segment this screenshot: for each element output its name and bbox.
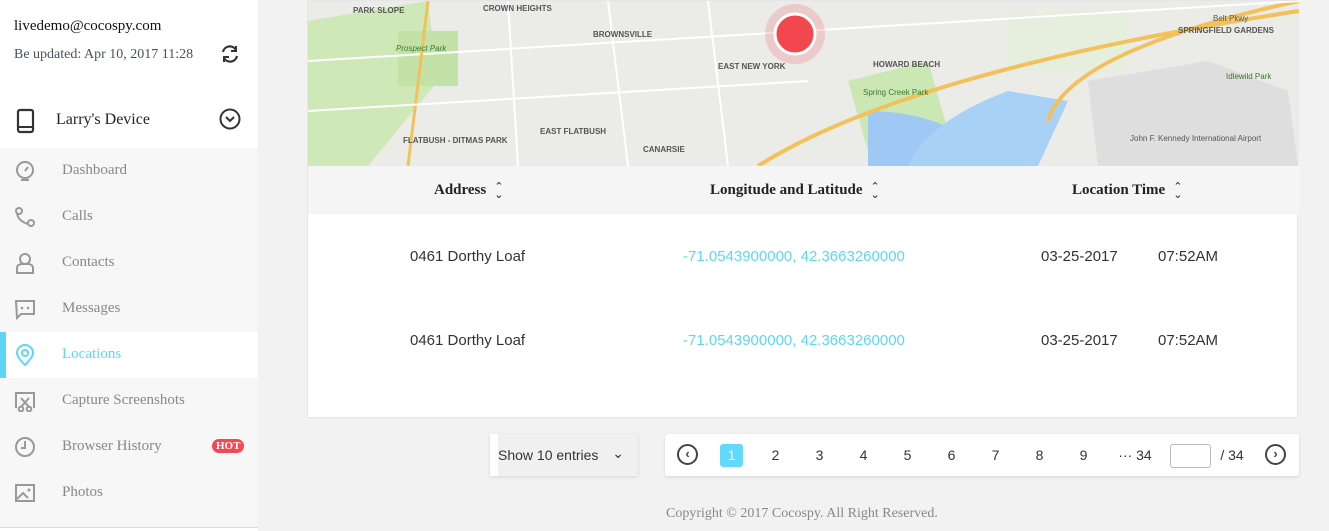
last-page[interactable]: ··· 34 (1115, 444, 1155, 467)
device-selector[interactable]: Larry's Device (0, 100, 258, 140)
svg-text:Spring Creek Park: Spring Creek Park (863, 88, 929, 97)
sidebar-item-photos[interactable]: Photos (0, 470, 258, 516)
hot-badge: HOT (212, 439, 245, 453)
page-5[interactable]: 5 (896, 444, 919, 467)
sidebar: livedemo@cocospy.com Be updated: Apr 10,… (0, 0, 258, 531)
page-1[interactable]: 1 (720, 444, 743, 467)
page-6[interactable]: 6 (940, 444, 963, 467)
svg-text:FLATBUSH - DITMAS PARK: FLATBUSH - DITMAS PARK (403, 136, 508, 145)
address-cell: 0461 Dorthy Loaf (410, 248, 526, 265)
svg-text:PARK SLOPE: PARK SLOPE (353, 6, 405, 15)
svg-text:Idlewild Park: Idlewild Park (1226, 72, 1272, 81)
next-page-icon[interactable]: › (1265, 444, 1286, 465)
last-updated: Be updated: Apr 10, 2017 11:28 (14, 47, 194, 62)
locations-card: PARK SLOPE CROWN HEIGHTS Prospect Park B… (307, 0, 1299, 418)
svg-text:BROWNSVILLE: BROWNSVILLE (593, 30, 653, 39)
sort-icon: ⌃ ⌄ (870, 180, 880, 201)
column-address[interactable]: Address ⌃ ⌄ (434, 180, 504, 201)
date-cell: 03-25-2017 (1041, 332, 1118, 349)
svg-text:CROWN HEIGHTS: CROWN HEIGHTS (483, 4, 553, 13)
table-header: Address ⌃ ⌄ Longitude and Latitude ⌃ ⌄ Locat… (308, 166, 1299, 214)
person-icon (16, 253, 34, 274)
sort-icon: ⌃ ⌄ (494, 180, 504, 201)
page-2[interactable]: 2 (764, 444, 787, 467)
sidebar-item-capture-screenshots[interactable]: Capture Screenshots (0, 378, 258, 424)
sidebar-item-label: Messages (62, 300, 121, 316)
svg-text:Belt Pkwy: Belt Pkwy (1213, 14, 1248, 23)
sidebar-item-calls[interactable]: Calls (0, 194, 258, 240)
sidebar-item-label: Calls (62, 208, 93, 224)
page-8[interactable]: 8 (1028, 444, 1051, 467)
table-row: 0461 Dorthy Loaf -71.0543900000, 42.3663… (308, 298, 1299, 382)
sort-icon: ⌃ ⌄ (1173, 180, 1183, 201)
time-cell: 07:52AM (1158, 332, 1219, 349)
nav-menu: Dashboard Calls Contacts Messages Locations C… (0, 148, 258, 528)
message-icon (14, 300, 35, 320)
svg-text:EAST FLATBUSH: EAST FLATBUSH (540, 127, 606, 136)
svg-text:Prospect Park: Prospect Park (396, 44, 447, 53)
image-icon (15, 484, 35, 502)
sidebar-item-label: Locations (62, 346, 122, 362)
entries-select[interactable]: Show 10 entries ⌄ (490, 434, 638, 476)
sidebar-item-label: Browser History (62, 438, 162, 454)
chevron-down-icon: ⌄ (612, 445, 624, 461)
sidebar-item-dashboard[interactable]: Dashboard (0, 148, 258, 194)
map[interactable]: PARK SLOPE CROWN HEIGHTS Prospect Park B… (308, 1, 1299, 166)
copyright: Copyright © 2017 Cocospy. All Right Rese… (666, 506, 938, 521)
sidebar-item-messages[interactable]: Messages (0, 286, 258, 332)
svg-text:SPRINGFIELD GARDENS: SPRINGFIELD GARDENS (1178, 26, 1275, 35)
sidebar-item-browser-history[interactable]: Browser History HOT (0, 424, 258, 470)
refresh-icon[interactable] (219, 43, 241, 65)
date-cell: 03-25-2017 (1041, 248, 1118, 265)
phone-device-icon (16, 108, 35, 134)
phone-icon (15, 207, 35, 227)
table-row: 0461 Dorthy Loaf -71.0543900000, 42.3663… (308, 214, 1299, 298)
screenshot-icon (15, 392, 35, 412)
prev-page-icon[interactable]: ‹ (677, 444, 698, 465)
page-9[interactable]: 9 (1072, 444, 1095, 467)
address-cell: 0461 Dorthy Loaf (410, 332, 526, 349)
coords-link[interactable]: -71.0543900000, 42.3663260000 (683, 248, 905, 265)
page-4[interactable]: 4 (852, 444, 875, 467)
svg-text:EAST NEW YORK: EAST NEW YORK (718, 62, 786, 71)
sidebar-item-label: Contacts (62, 254, 115, 270)
sidebar-item-label: Capture Screenshots (62, 392, 185, 408)
column-coords[interactable]: Longitude and Latitude ⌃ ⌄ (710, 180, 880, 201)
total-pages: / 34 (1220, 447, 1244, 463)
sidebar-item-contacts[interactable]: Contacts (0, 240, 258, 286)
page-3[interactable]: 3 (808, 444, 831, 467)
pagination: ‹ 123456789 ··· 34 / 34 › (665, 434, 1299, 476)
page-input[interactable] (1170, 444, 1211, 468)
location-marker (773, 12, 817, 56)
dashboard-icon (16, 161, 34, 181)
account-email: livedemo@cocospy.com (14, 18, 162, 34)
svg-text:HOWARD BEACH: HOWARD BEACH (873, 60, 940, 69)
svg-text:John F. Kennedy International: John F. Kennedy International Airport (1130, 134, 1262, 143)
coords-link[interactable]: -71.0543900000, 42.3663260000 (683, 332, 905, 349)
column-time[interactable]: Location Time ⌃ ⌄ (1072, 180, 1183, 201)
time-cell: 07:52AM (1158, 248, 1219, 265)
sidebar-item-label: Photos (62, 484, 103, 500)
chevron-down-icon[interactable] (219, 108, 241, 130)
clock-icon (15, 437, 35, 457)
device-name: Larry's Device (56, 111, 150, 128)
location-pin-icon (15, 344, 35, 366)
sidebar-item-label: Dashboard (62, 162, 127, 178)
page-7[interactable]: 7 (984, 444, 1007, 467)
svg-text:CANARSIE: CANARSIE (643, 145, 685, 154)
sidebar-item-locations[interactable]: Locations (0, 332, 258, 378)
